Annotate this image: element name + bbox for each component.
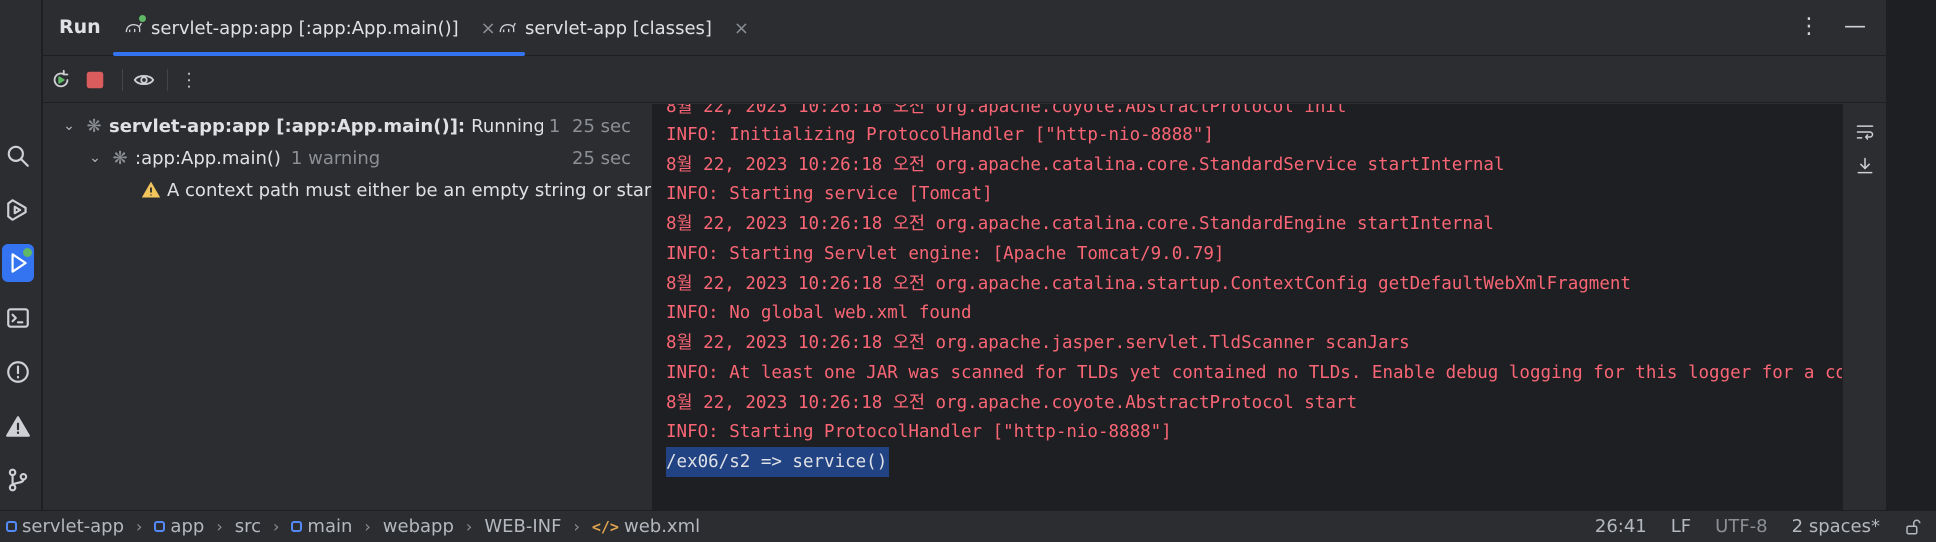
- console-line: 8월 22, 2023 10:26:18 오전 org.apache.coyot…: [666, 393, 1357, 413]
- soft-wrap-icon[interactable]: [1855, 122, 1875, 142]
- tree-child-time: 25 sec: [566, 147, 631, 169]
- status-right: 26:41 LF UTF-8 2 spaces*: [1595, 516, 1922, 537]
- problems-icon[interactable]: [2, 353, 34, 391]
- console-line: INFO: Starting service [Tomcat]: [666, 184, 993, 204]
- breadcrumb-label: servlet-app: [22, 516, 125, 537]
- warning-triangle-icon[interactable]: [2, 408, 34, 446]
- run-toolbar: [43, 57, 1886, 103]
- terminal-icon[interactable]: [2, 299, 34, 337]
- chevron-right-icon: ›: [465, 517, 473, 536]
- console-line: 8월 22, 2023 10:26:18 오전 org.apache.catal…: [666, 155, 1505, 175]
- breadcrumb-label: main: [307, 516, 353, 537]
- breadcrumb-item-app[interactable]: app: [154, 516, 204, 537]
- file-encoding[interactable]: UTF-8: [1715, 516, 1767, 537]
- chevron-right-icon: ›: [136, 517, 143, 536]
- git-branch-icon[interactable]: [2, 461, 34, 499]
- module-icon: [291, 521, 303, 532]
- tree-child-warnings: 1 warning: [290, 147, 381, 169]
- module-icon: [154, 521, 166, 532]
- breadcrumb-item-main[interactable]: main: [291, 516, 352, 537]
- console-line: INFO: Initializing ProtocolHandler ["htt…: [666, 125, 1214, 145]
- gradle-elephant-icon: [123, 15, 146, 38]
- chevron-right-icon: ›: [364, 517, 371, 536]
- scroll-to-end-icon[interactable]: [1855, 156, 1875, 176]
- breadcrumb-item-web-xml[interactable]: </> web.xml: [592, 516, 700, 537]
- breadcrumb-item-webapp[interactable]: webapp: [383, 516, 454, 537]
- left-tool-strip: [0, 0, 42, 510]
- console-output[interactable]: 8월 22, 2023 10:26:18 오전 org.apache.coyot…: [652, 104, 1886, 510]
- header-actions: ⋮ —: [1798, 14, 1866, 39]
- tree-row-root[interactable]: ⌄ ❋ servlet-app:app [:app:App.main()]: R…: [43, 110, 651, 142]
- spinner-icon: ❋: [112, 147, 128, 169]
- tab-label: servlet-app [classes]: [525, 17, 712, 39]
- stop-icon[interactable]: [82, 67, 108, 93]
- gradle-elephant-icon: [497, 18, 517, 38]
- breadcrumb: servlet-app › app › src › main › webapp …: [6, 516, 700, 537]
- run-icon[interactable]: [2, 244, 34, 282]
- breadcrumb-item-project[interactable]: servlet-app: [6, 516, 124, 537]
- breadcrumb-label: web.xml: [623, 516, 701, 537]
- caret-position[interactable]: 26:41: [1595, 516, 1647, 537]
- unlock-icon[interactable]: [1904, 518, 1922, 536]
- console-line: 8월 22, 2023 10:26:18 오전 org.apache.catal…: [666, 214, 1494, 234]
- console-line: INFO: At least one JAR was scanned for T…: [666, 363, 1886, 383]
- chevron-down-icon[interactable]: ⌄: [59, 118, 79, 134]
- more-options-icon[interactable]: ⋮: [1798, 14, 1820, 39]
- console-line: 8월 22, 2023 10:26:18 오전 org.apache.catal…: [666, 274, 1631, 294]
- breadcrumb-label: src: [234, 516, 261, 537]
- indent-setting[interactable]: 2 spaces*: [1792, 516, 1880, 537]
- warning-message: A context path must either be an empty s…: [167, 179, 651, 201]
- tool-window-title: Run: [59, 16, 101, 38]
- breadcrumb-item-src[interactable]: src: [235, 516, 261, 537]
- tree-child-name: :app:App.main(): [135, 147, 281, 169]
- minimize-icon[interactable]: —: [1844, 14, 1866, 39]
- breadcrumb-label: app: [170, 516, 205, 537]
- close-icon[interactable]: ×: [481, 18, 496, 39]
- breadcrumb-item-web-inf[interactable]: WEB-INF: [484, 516, 561, 537]
- tree-row-warning[interactable]: A context path must either be an empty s…: [43, 174, 651, 206]
- tree-root-name: servlet-app:app [:app:App.main()]:: [109, 115, 466, 137]
- run-tool-window: Run servlet-app:app [:app:App.main()] × …: [43, 0, 1886, 510]
- tab-servlet-app-classes[interactable]: servlet-app [classes] ×: [497, 0, 749, 56]
- tab-running-indicator-icon: [139, 15, 146, 22]
- console-selected-line[interactable]: /ex06/s2 => service(): [666, 447, 890, 477]
- spinner-icon: ❋: [86, 115, 102, 137]
- breadcrumb-label: webapp: [382, 516, 454, 537]
- console-line: 8월 22, 2023 10:26:18 오전 org.apache.jaspe…: [666, 333, 1410, 353]
- module-icon: [6, 521, 17, 532]
- status-bar: servlet-app › app › src › main › webapp …: [0, 510, 1936, 542]
- console-line: INFO: No global web.xml found: [666, 303, 972, 323]
- xml-file-icon: </>: [591, 517, 619, 536]
- close-icon[interactable]: ×: [734, 18, 749, 39]
- tree-root-time: 25 sec: [572, 115, 631, 137]
- chevron-down-icon[interactable]: ⌄: [85, 150, 105, 166]
- chevron-right-icon: ›: [573, 517, 580, 536]
- services-icon[interactable]: [2, 191, 34, 229]
- console-line: INFO: Starting ProtocolHandler ["http-ni…: [666, 422, 1172, 442]
- console-line: INFO: Starting Servlet engine: [Apache T…: [666, 244, 1225, 264]
- tree-root-count: 1: [548, 115, 561, 137]
- toolbar-separator: [122, 69, 123, 91]
- eye-icon[interactable]: [131, 67, 157, 93]
- tab-servlet-app-main[interactable]: servlet-app:app [:app:App.main()] ×: [113, 0, 525, 56]
- line-ending[interactable]: LF: [1671, 516, 1691, 537]
- toolbar-separator: [167, 69, 168, 91]
- breadcrumb-label: WEB-INF: [484, 516, 562, 537]
- rerun-icon[interactable]: [48, 67, 74, 93]
- running-indicator-icon: [23, 248, 32, 257]
- search-icon[interactable]: [2, 137, 34, 175]
- warning-icon: [141, 180, 161, 200]
- tree-row-child[interactable]: ⌄ ❋ :app:App.main() 1 warning 25 sec: [43, 142, 651, 174]
- tree-root-meta: 1 25 sec: [542, 115, 631, 137]
- chevron-right-icon: ›: [273, 517, 280, 536]
- chevron-right-icon: ›: [216, 517, 223, 536]
- run-header: Run servlet-app:app [:app:App.main()] × …: [43, 0, 1886, 56]
- more-vertical-icon[interactable]: [176, 67, 202, 93]
- console-side-toolbar: [1842, 104, 1886, 510]
- tab-label: servlet-app:app [:app:App.main()]: [151, 17, 459, 39]
- build-tree: ⌄ ❋ servlet-app:app [:app:App.main()]: R…: [43, 104, 651, 510]
